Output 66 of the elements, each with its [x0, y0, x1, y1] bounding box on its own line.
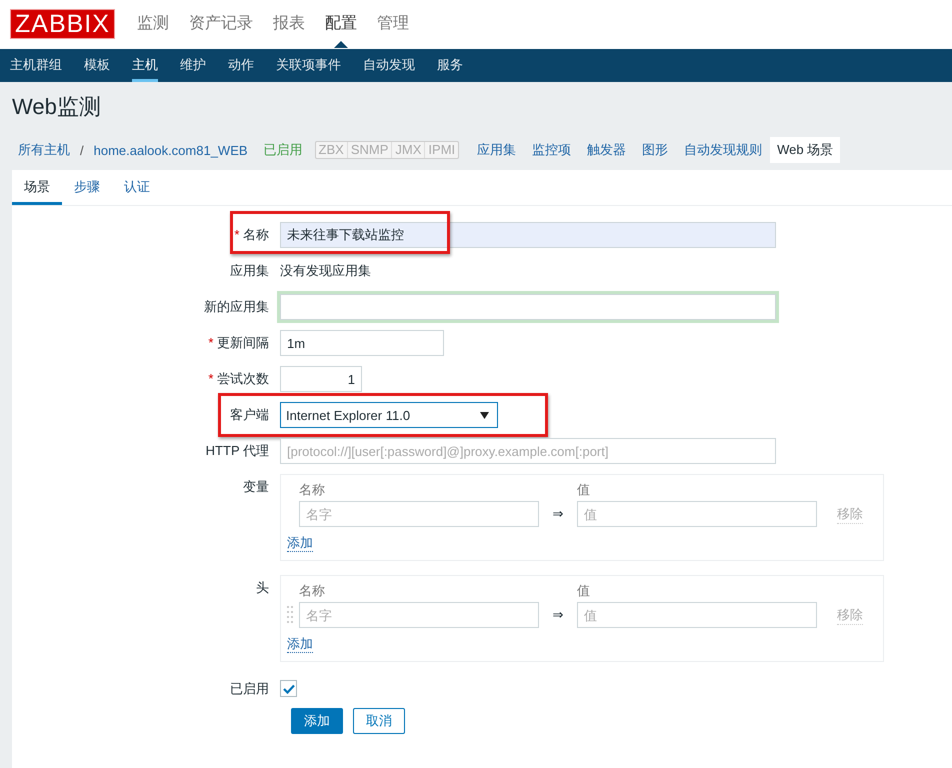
main-menu-item[interactable]: 报表: [272, 0, 305, 48]
field-label: 已启用: [229, 680, 270, 698]
breadcrumb-separator: /: [80, 142, 84, 158]
name-field[interactable]: 名字: [299, 501, 539, 527]
sub-menu-item[interactable]: 关联项事件: [276, 49, 341, 82]
host-nav-link[interactable]: 触发器: [587, 141, 626, 159]
sub-menu-item[interactable]: 动作: [228, 49, 254, 82]
column-header: 值: [577, 582, 590, 600]
caret-icon: [480, 412, 489, 418]
number-field[interactable]: 1: [280, 366, 362, 392]
value-field[interactable]: 值: [577, 501, 817, 527]
availability-tag: SNMP: [348, 142, 392, 158]
value-field[interactable]: 值: [577, 602, 817, 628]
text-field[interactable]: 未来往事下载站监控: [280, 222, 776, 248]
add-link[interactable]: 添加: [287, 636, 313, 653]
breadcrumb-link[interactable]: home.aalook.com81_WEB: [94, 142, 248, 158]
arrow-text: ⇒: [552, 506, 564, 522]
enabled-checkbox[interactable]: [280, 680, 297, 697]
availability-tag: IPMI: [425, 142, 458, 158]
drag-handle-icon[interactable]: [287, 605, 293, 625]
main-menu-item[interactable]: 管理: [376, 0, 409, 48]
field-label: 应用集: [229, 262, 270, 280]
text-field[interactable]: [280, 294, 776, 320]
form-button[interactable]: 取消: [353, 708, 405, 734]
field-label: 客户端: [229, 406, 270, 424]
field-label: 新的应用集: [203, 298, 270, 316]
main-menu-item[interactable]: 配置: [324, 0, 357, 48]
zabbix-logo[interactable]: ZABBIX: [10, 9, 115, 39]
field-label: * 更新间隔: [207, 334, 270, 352]
host-nav-link[interactable]: 应用集: [477, 141, 516, 159]
sub-menu-item[interactable]: 服务: [437, 49, 463, 82]
client-dropdown[interactable]: Internet Explorer 11.0: [280, 402, 498, 428]
availability-tag: JMX: [392, 142, 426, 158]
arrow-text: ⇒: [552, 607, 564, 623]
sub-menu-item[interactable]: 模板: [84, 49, 110, 82]
text-field[interactable]: 1m: [280, 330, 444, 356]
field-label: HTTP 代理: [204, 442, 270, 460]
field-label: 变量: [242, 478, 270, 496]
field-value: 没有发现应用集: [280, 262, 371, 280]
column-header: 名称: [299, 481, 326, 499]
availability-tag: ZBX: [316, 142, 348, 158]
field-label: 头: [255, 579, 270, 597]
form-tab[interactable]: 认证: [112, 170, 162, 205]
sub-menu-item[interactable]: 主机群组: [10, 49, 62, 82]
sub-menu-item[interactable]: 自动发现: [363, 49, 415, 82]
field-label: * 尝试次数: [207, 370, 270, 388]
name-field[interactable]: 名字: [299, 602, 539, 628]
column-header: 名称: [299, 582, 326, 600]
sub-menu-item[interactable]: 主机: [132, 49, 158, 82]
form-tab[interactable]: 步骤: [62, 170, 112, 205]
host-nav-link[interactable]: 图形: [642, 141, 668, 159]
host-nav-link[interactable]: 自动发现规则: [684, 141, 762, 159]
column-header: 值: [577, 481, 590, 499]
text-field[interactable]: [protocol://][user[:password]@]proxy.example.com[:port]: [280, 438, 776, 464]
host-status: 已启用: [264, 141, 303, 159]
main-menu-item[interactable]: 资产记录: [188, 0, 253, 48]
breadcrumb-link[interactable]: 所有主机: [18, 141, 70, 159]
sub-menu-item[interactable]: 维护: [180, 49, 206, 82]
main-menu-item[interactable]: 监测: [136, 0, 169, 48]
field-label: * 名称: [233, 226, 270, 244]
form-tab[interactable]: 场景: [12, 170, 62, 205]
host-nav-link[interactable]: 监控项: [532, 141, 572, 159]
add-link[interactable]: 添加: [287, 535, 313, 552]
host-nav-link[interactable]: Web 场景: [770, 137, 840, 163]
page-title: Web监测: [12, 93, 102, 121]
form-button[interactable]: 添加: [291, 708, 343, 734]
